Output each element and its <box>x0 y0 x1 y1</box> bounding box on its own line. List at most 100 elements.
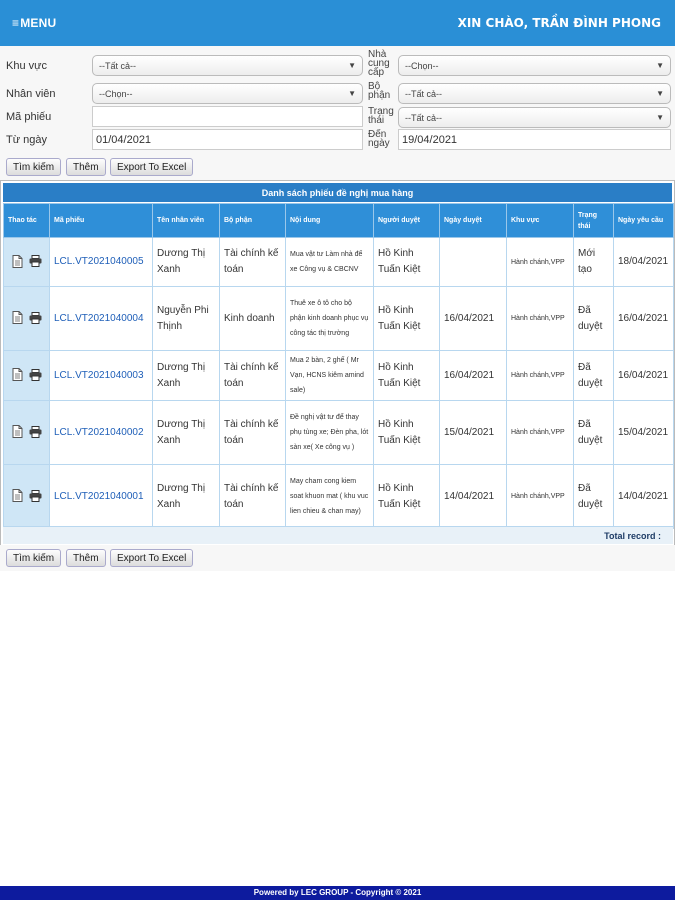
table-row: LCL.VT2021040005 Dương Thị Xanh Tài chính … <box>3 237 674 287</box>
request-code-link[interactable]: LCL.VT2021040004 <box>49 286 153 351</box>
export-excel-button[interactable]: Export To Excel <box>110 549 194 567</box>
row-actions <box>3 237 50 287</box>
print-icon[interactable] <box>29 311 42 324</box>
label-line: ngày <box>368 138 390 149</box>
request-date-cell: 14/04/2021 <box>613 464 674 529</box>
chevron-down-icon: ▼ <box>656 89 664 98</box>
edit-document-icon[interactable] <box>12 311 23 325</box>
col-header[interactable]: Thao tác <box>3 203 50 238</box>
approver-cell: Hồ Kinh Tuấn Kiệt <box>373 286 440 351</box>
khu-vuc-select[interactable]: --Tất cả-- ▼ <box>92 55 363 76</box>
edit-document-icon[interactable] <box>12 368 23 382</box>
request-date-cell: 16/04/2021 <box>613 286 674 351</box>
nhan-vien-select[interactable]: --Chọn-- ▼ <box>92 83 363 104</box>
filter-form: Khu vực --Tất cả-- ▼ Nhà cung cấp --Chọn… <box>0 46 675 154</box>
add-button[interactable]: Thêm <box>66 158 106 176</box>
department-cell: Kinh doanh <box>219 286 286 351</box>
request-code-link[interactable]: LCL.VT2021040001 <box>49 464 153 529</box>
employee-cell: Dương Thị Xanh <box>152 350 220 401</box>
status-cell: Đã duyệt <box>573 400 614 465</box>
edit-document-icon[interactable] <box>12 489 23 503</box>
approver-cell: Hồ Kinh Tuấn Kiệt <box>373 350 440 401</box>
approved-date-cell: 15/04/2021 <box>439 400 507 465</box>
area-cell: Hành chánh,VPP <box>506 464 574 529</box>
area-cell: Hành chánh,VPP <box>506 350 574 401</box>
approved-date-cell: 14/04/2021 <box>439 464 507 529</box>
area-cell: Hành chánh,VPP <box>506 400 574 465</box>
col-header[interactable]: Ngày yêu cầu <box>613 203 674 238</box>
nha-cung-cap-select[interactable]: --Chọn-- ▼ <box>398 55 671 76</box>
employee-cell: Dương Thị Xanh <box>152 464 220 529</box>
employee-cell: Nguyễn Phi Thịnh <box>152 286 220 351</box>
col-header[interactable]: Mã phiếu <box>49 203 153 238</box>
department-cell: Tài chính kế toán <box>219 464 286 529</box>
row-actions <box>3 350 50 401</box>
col-header[interactable]: Khu vực <box>506 203 574 238</box>
col-header[interactable]: Bộ phận <box>219 203 286 238</box>
search-button[interactable]: Tìm kiếm <box>6 158 62 176</box>
print-icon[interactable] <box>29 255 42 268</box>
approved-date-cell: 16/04/2021 <box>439 286 507 351</box>
col-header[interactable]: Trạng thái <box>573 203 614 238</box>
table-header-row: Thao tác Mã phiếu Tên nhân viên Bộ phận … <box>3 203 674 238</box>
ma-phieu-label: Mã phiếu <box>6 111 52 123</box>
col-header[interactable]: Ngày duyệt <box>439 203 507 238</box>
request-code-link[interactable]: LCL.VT2021040003 <box>49 350 153 401</box>
trang-thai-value: --Tất cả-- <box>405 113 442 123</box>
den-ngay-input[interactable]: 19/04/2021 <box>398 129 671 150</box>
employee-cell: Dương Thị Xanh <box>152 400 220 465</box>
col-header[interactable]: Tên nhân viên <box>152 203 220 238</box>
ma-phieu-input[interactable] <box>92 106 363 127</box>
label-line: phận <box>368 90 391 101</box>
approved-date-cell: 16/04/2021 <box>439 350 507 401</box>
khu-vuc-label: Khu vực <box>6 60 47 72</box>
status-cell: Đã duyệt <box>573 286 614 351</box>
status-cell: Đã duyệt <box>573 350 614 401</box>
col-header[interactable]: Người duyệt <box>373 203 440 238</box>
content-cell: Thuê xe ô tô cho bộ phận kinh doanh phục… <box>285 286 374 351</box>
bo-phan-label: Bộ phận <box>368 82 391 101</box>
bo-phan-value: --Tất cả-- <box>405 89 442 99</box>
print-icon[interactable] <box>29 425 42 438</box>
footer: Powered by LEC GROUP - Copyright © 2021 <box>0 886 675 900</box>
chevron-down-icon: ▼ <box>656 113 664 122</box>
employee-cell: Dương Thị Xanh <box>152 237 220 287</box>
menu-label: MENU <box>20 16 57 30</box>
nha-cung-cap-label: Nhà cung cấp <box>368 50 390 78</box>
content-cell: Đề nghị vật tư để thay phụ tùng xe; Đèn … <box>285 400 374 465</box>
request-code-link[interactable]: LCL.VT2021040005 <box>49 237 153 287</box>
add-button[interactable]: Thêm <box>66 549 106 567</box>
request-code-link[interactable]: LCL.VT2021040002 <box>49 400 153 465</box>
top-bar: ≡MENU XIN CHÀO, TRẦN ĐÌNH PHONG <box>0 0 675 46</box>
edit-document-icon[interactable] <box>12 425 23 439</box>
den-ngay-label: Đến ngày <box>368 130 390 149</box>
approver-cell: Hồ Kinh Tuấn Kiệt <box>373 464 440 529</box>
row-actions <box>3 464 50 529</box>
area-cell: Hành chánh,VPP <box>506 237 574 287</box>
print-icon[interactable] <box>29 489 42 502</box>
grid-title: Danh sách phiếu đề nghị mua hàng <box>3 183 672 202</box>
area-cell: Hành chánh,VPP <box>506 286 574 351</box>
nhan-vien-label: Nhân viên <box>6 88 56 100</box>
approved-date-cell <box>439 237 507 287</box>
tu-ngay-input[interactable]: 01/04/2021 <box>92 129 363 150</box>
action-bar-bottom: Tìm kiếm Thêm Export To Excel <box>0 545 675 571</box>
edit-document-icon[interactable] <box>12 254 23 268</box>
search-button[interactable]: Tìm kiếm <box>6 549 62 567</box>
approver-cell: Hồ Kinh Tuấn Kiệt <box>373 400 440 465</box>
khu-vuc-value: --Tất cả-- <box>99 61 136 71</box>
request-grid-panel: Danh sách phiếu đề nghị mua hàng Thao tá… <box>0 180 675 546</box>
menu-button[interactable]: ≡MENU <box>12 16 56 30</box>
bo-phan-select[interactable]: --Tất cả-- ▼ <box>398 83 671 104</box>
request-date-cell: 15/04/2021 <box>613 400 674 465</box>
content-cell: May cham cong kiem soat khuon mat ( khu … <box>285 464 374 529</box>
print-icon[interactable] <box>29 368 42 381</box>
request-table: Thao tác Mã phiếu Tên nhân viên Bộ phận … <box>3 203 674 529</box>
chevron-down-icon: ▼ <box>348 61 356 70</box>
col-header[interactable]: Nội dung <box>285 203 374 238</box>
status-cell: Mới tạo <box>573 237 614 287</box>
trang-thai-select[interactable]: --Tất cả-- ▼ <box>398 107 671 128</box>
content-cell: Mua vật tư Làm nhà để xe Công vụ & CBCNV <box>285 237 374 287</box>
table-row: LCL.VT2021040001 Dương Thị Xanh Tài chính … <box>3 464 674 529</box>
export-excel-button[interactable]: Export To Excel <box>110 158 194 176</box>
